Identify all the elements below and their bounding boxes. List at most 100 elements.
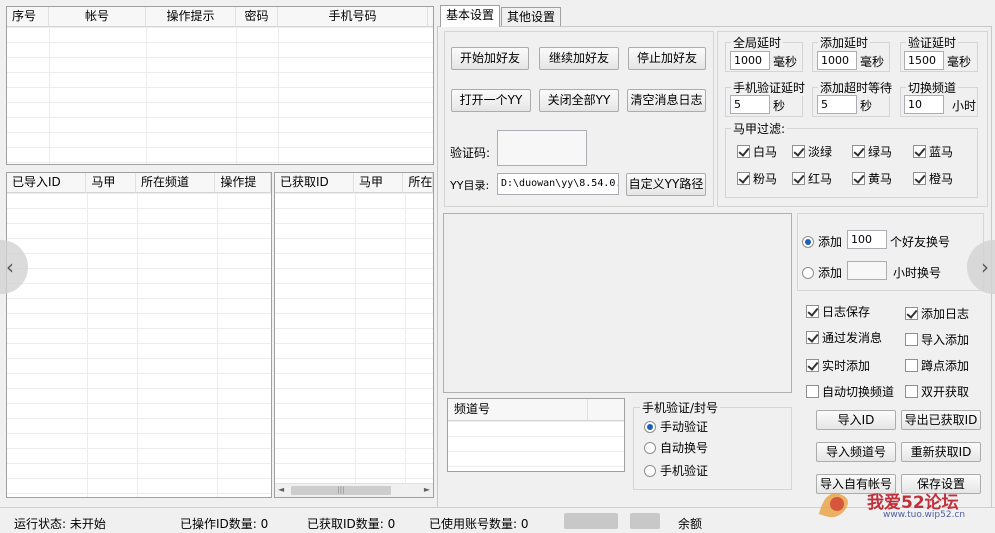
add-timeout-label: 添加超时等待 [818, 79, 895, 96]
col-account[interactable]: 帐号 [49, 7, 146, 27]
switch-channel-input[interactable]: 10 [904, 95, 944, 114]
fetched-id-count: 已获取ID数量: 0 [307, 517, 396, 531]
col-channel[interactable]: 所在频道 [136, 173, 216, 193]
verify-delay-label: 验证延时 [906, 34, 959, 51]
switch-channel-unit: 小时 [952, 99, 977, 113]
check-icon [913, 172, 926, 185]
import-channel-button[interactable]: 导入频道号 [816, 442, 896, 462]
dual-fetch-checkbox[interactable]: 双开获取 [905, 383, 969, 400]
channel-list-body [448, 421, 624, 471]
custom-yy-path-button[interactable]: 自定义YY路径 [626, 173, 706, 196]
scroll-right-arrow-icon[interactable]: ► [424, 485, 430, 494]
switch-by-friends-radio[interactable]: 添加 [802, 233, 842, 250]
imported-grid-body [7, 193, 271, 497]
filter-blue-checkbox[interactable]: 蓝马 [913, 143, 953, 160]
col-imported-id[interactable]: 已导入ID [7, 173, 87, 193]
hours-input[interactable] [847, 261, 887, 280]
run-state: 运行状态: 未开始 [14, 517, 106, 531]
add-delay-input[interactable]: 1000 [817, 51, 857, 70]
balance-label: 余额 [678, 517, 703, 531]
check-icon [913, 145, 926, 158]
tab-other-settings[interactable]: 其他设置 [501, 7, 562, 27]
start-add-button[interactable]: 开始加好友 [451, 47, 529, 70]
imported-id-grid[interactable]: 已导入ID 马甲 所在频道 操作提 [6, 172, 272, 498]
filter-green-checkbox[interactable]: 绿马 [852, 143, 892, 160]
channel-list-header-rest [588, 399, 624, 421]
phone-verify-radio[interactable]: 手机验证 [644, 462, 708, 479]
col-op[interactable]: 操作提 [215, 173, 272, 193]
radio-icon [802, 266, 814, 279]
filter-pink-checkbox[interactable]: 粉马 [737, 170, 777, 187]
clear-log-button[interactable]: 清空消息日志 [627, 89, 706, 112]
radio-icon [802, 235, 814, 248]
account-grid-body [7, 27, 433, 164]
vest-filter-group [725, 128, 978, 198]
verify-delay-input[interactable]: 1500 [904, 51, 944, 70]
switch-by-hours-radio[interactable]: 添加 [802, 264, 842, 281]
add-timeout-unit: 秒 [860, 99, 873, 113]
import-add-checkbox[interactable]: 导入添加 [905, 331, 969, 348]
filter-yellow-checkbox[interactable]: 黄马 [852, 170, 892, 187]
horizontal-scrollbar[interactable]: ◄ ||| ► [275, 483, 433, 497]
redacted-area [564, 513, 618, 529]
scroll-thumb[interactable]: ||| [291, 486, 391, 495]
fetched-grid-header: 已获取ID 马甲 所在 [275, 173, 433, 193]
filter-orange-checkbox[interactable]: 橙马 [913, 170, 953, 187]
friends-count-input[interactable]: 100 [847, 230, 887, 249]
filter-red-checkbox[interactable]: 红马 [792, 170, 832, 187]
import-id-button[interactable]: 导入ID [816, 410, 896, 430]
add-timeout-input[interactable]: 5 [817, 95, 857, 114]
col-fetched-id[interactable]: 已获取ID [275, 173, 354, 193]
account-grid[interactable]: 序号 帐号 操作提示 密码 手机号码 [6, 6, 434, 165]
add-log-checkbox[interactable]: 添加日志 [905, 305, 969, 322]
continue-add-button[interactable]: 继续加好友 [539, 47, 619, 70]
scroll-left-arrow-icon[interactable]: ◄ [278, 485, 284, 494]
site-watermark: 我爱52论坛 www.tuo.wip52.cn [815, 484, 995, 526]
watermark-url: www.tuo.wip52.cn [883, 510, 966, 520]
col-password[interactable]: 密码 [236, 7, 278, 27]
realtime-add-checkbox[interactable]: 实时添加 [806, 357, 870, 374]
col-vest[interactable]: 马甲 [86, 173, 137, 193]
radio-icon [644, 420, 656, 433]
used-account-count: 已使用账号数量: 0 [429, 517, 529, 531]
open-yy-button[interactable]: 打开一个YY [451, 89, 531, 112]
check-icon [792, 172, 805, 185]
col-fetched-vest[interactable]: 马甲 [354, 173, 404, 193]
switch-channel-label: 切换频道 [906, 79, 959, 96]
col-phone[interactable]: 手机号码 [278, 7, 428, 27]
auto-switch-channel-checkbox[interactable]: 自动切换频道 [806, 383, 894, 400]
add-delay-unit: 毫秒 [860, 55, 885, 69]
channel-list-header: 频道号 [448, 399, 588, 421]
watermark-logo-icon [819, 493, 848, 518]
check-icon [737, 145, 750, 158]
pass-msg-checkbox[interactable]: 通过发消息 [806, 329, 882, 346]
global-delay-input[interactable]: 1000 [730, 51, 770, 70]
channel-list[interactable]: 频道号 [447, 398, 625, 472]
phone-verify-delay-unit: 秒 [773, 99, 786, 113]
message-log[interactable] [443, 213, 792, 393]
refetch-id-button[interactable]: 重新获取ID [901, 442, 981, 462]
stop-add-button[interactable]: 停止加好友 [628, 47, 706, 70]
verify-delay-unit: 毫秒 [947, 55, 972, 69]
check-icon [806, 305, 819, 318]
captcha-label: 验证码: [450, 146, 491, 160]
squat-add-checkbox[interactable]: 蹲点添加 [905, 357, 969, 374]
auto-switch-account-radio[interactable]: 自动换号 [644, 439, 708, 456]
manual-verify-radio[interactable]: 手动验证 [644, 418, 708, 435]
col-index[interactable]: 序号 [7, 7, 49, 27]
check-icon [806, 385, 819, 398]
tab-basic-settings[interactable]: 基本设置 [440, 5, 501, 27]
captcha-image-box[interactable] [497, 130, 587, 166]
export-fetched-id-button[interactable]: 导出已获取ID [901, 410, 981, 430]
log-save-checkbox[interactable]: 日志保存 [806, 303, 870, 320]
check-icon [852, 145, 865, 158]
global-delay-unit: 毫秒 [773, 55, 798, 69]
col-fetched-channel[interactable]: 所在 [403, 173, 433, 193]
filter-white-checkbox[interactable]: 白马 [737, 143, 777, 160]
yy-dir-input[interactable]: D:\duowan\yy\8.54.0. [497, 173, 619, 195]
phone-verify-delay-input[interactable]: 5 [730, 95, 770, 114]
close-all-yy-button[interactable]: 关闭全部YY [539, 89, 619, 112]
col-hint[interactable]: 操作提示 [146, 7, 236, 27]
fetched-id-grid[interactable]: 已获取ID 马甲 所在 ◄ ||| ► [274, 172, 434, 498]
filter-lightgreen-checkbox[interactable]: 淡绿 [792, 143, 832, 160]
